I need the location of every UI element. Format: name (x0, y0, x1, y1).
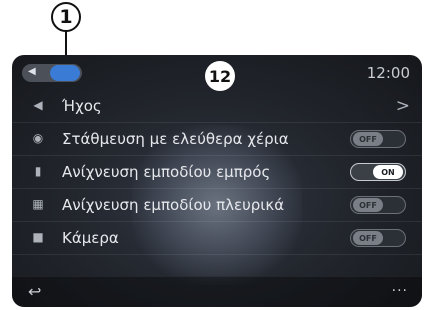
view-toggle-pill[interactable]: ◀ (22, 64, 82, 82)
toggle-knob: OFF (353, 231, 383, 245)
toggle-knob: ON (373, 165, 403, 179)
more-options-icon[interactable]: ··· (392, 283, 408, 299)
chevron-right-icon[interactable]: > (396, 96, 410, 116)
toggle-knob: OFF (353, 198, 383, 212)
bottom-bar: ↩ ··· (12, 276, 422, 307)
settings-row-sound[interactable]: ◀ Ήχος > (12, 90, 422, 123)
front-sensor-icon: ▮ (34, 164, 42, 178)
top-bar: ◀ 12 12:00 (12, 55, 422, 91)
parking-settings-screen: ◀ 12 12:00 ◀ Ήχος > ◉ Στάθμευση με ελεύθ… (12, 55, 422, 307)
settings-row-handsfree-parking[interactable]: ◉ Στάθμευση με ελεύθερα χέρια OFF (12, 123, 422, 156)
side-sensor-icon: ▦ (32, 197, 44, 211)
parking-icon: ◉ (32, 131, 44, 145)
camera-icon: ■ (32, 230, 44, 244)
back-arrow-icon: ◀ (28, 66, 36, 77)
toggle-knob: OFF (353, 132, 383, 146)
row-label: Ανίχνευση εμποδίου πλευρικά (62, 196, 285, 214)
camera-toggle[interactable]: OFF (350, 229, 406, 247)
back-icon[interactable]: ↩ (28, 282, 41, 301)
settings-row-side-sensor[interactable]: ▦ Ανίχνευση εμποδίου πλευρικά OFF (12, 189, 422, 222)
callout-badge: 12 (205, 61, 235, 91)
row-label: Στάθμευση με ελεύθερα χέρια (62, 130, 289, 148)
handsfree-parking-toggle[interactable]: OFF (350, 130, 406, 148)
side-sensor-toggle[interactable]: OFF (350, 196, 406, 214)
clock: 12:00 (366, 64, 410, 82)
row-label: Ήχος (62, 97, 102, 115)
speaker-icon: ◀ (33, 98, 43, 112)
row-label: Κάμερα (62, 229, 119, 247)
active-segment (50, 65, 80, 81)
settings-row-camera[interactable]: ■ Κάμερα OFF (12, 222, 422, 255)
front-sensor-toggle[interactable]: ON (350, 163, 406, 181)
settings-row-front-sensor[interactable]: ▮ Ανίχνευση εμποδίου εμπρός ON (12, 156, 422, 189)
row-label: Ανίχνευση εμποδίου εμπρός (62, 163, 271, 181)
callout-marker: 1 (51, 2, 81, 32)
